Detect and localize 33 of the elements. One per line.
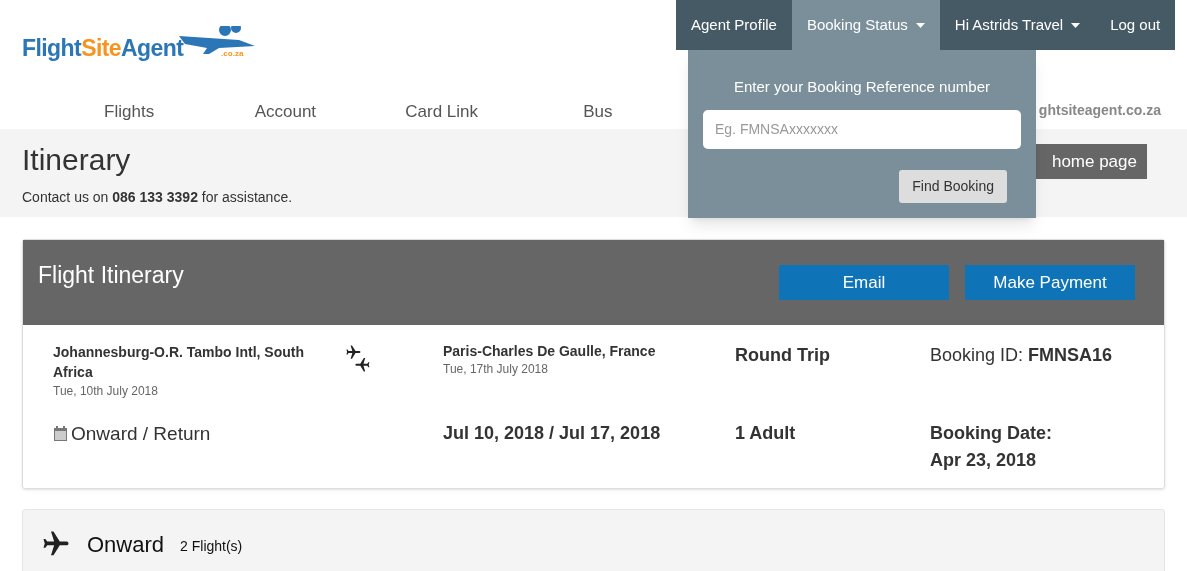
nav-tab[interactable]: Hi Astrids Travel (939, 0, 1096, 50)
planes-icon (345, 344, 371, 374)
destination-date: Tue, 17th July 2018 (443, 361, 549, 378)
dates-label: Onward / Return (71, 422, 211, 446)
booking-date: Apr 23, 2018 (930, 449, 1038, 472)
nav-link[interactable]: Flights (51, 100, 208, 124)
nav-tab[interactable]: Agent Profile (676, 0, 792, 50)
origin-place: Johannesburg-O.R. Tambo Intl, South Africa (53, 343, 305, 382)
action-button[interactable]: Make Payment (965, 265, 1135, 300)
page-title: Itinerary (22, 143, 132, 177)
origin-date: Tue, 10th July 2018 (53, 383, 159, 400)
nav-link[interactable]: Account (207, 100, 364, 124)
booking-id: Booking ID: FMNSA16 (930, 344, 1114, 367)
nav-link[interactable]: Card Link (363, 100, 520, 124)
nav-link[interactable]: Bus (519, 100, 676, 124)
nav-tab[interactable]: Log out (1095, 0, 1176, 50)
action-button[interactable]: Email (779, 265, 949, 300)
dropdown-label: Enter your Booking Reference number (734, 77, 990, 97)
find-booking-button[interactable]: Find Booking (899, 169, 1007, 203)
logo[interactable]: FlightSiteAgent .co.za (22, 26, 258, 60)
destination-place: Paris-Charles De Gaulle, France (443, 342, 657, 360)
contact-text: Contact us on 086 133 3392 for assistance. (22, 188, 293, 207)
booking-reference-field[interactable]: Eg. FMNSAxxxxxxx (703, 109, 1021, 149)
card-title: Flight Itinerary (38, 261, 184, 291)
travel-dates: Jul 10, 2018 / Jul 17, 2018 (443, 422, 662, 445)
trip-type: Round Trip (735, 344, 831, 367)
booking-date-label: Booking Date: (930, 422, 1053, 445)
passenger-count: 1 Adult (735, 422, 797, 445)
section-title: Onward (87, 530, 165, 559)
home-page-button[interactable]: home page (1033, 144, 1147, 179)
calendar-icon (53, 426, 68, 443)
flight-count: 2 Flight(s) (180, 536, 243, 556)
site-link[interactable]: ghtsiteagent.co.za (1038, 100, 1161, 121)
